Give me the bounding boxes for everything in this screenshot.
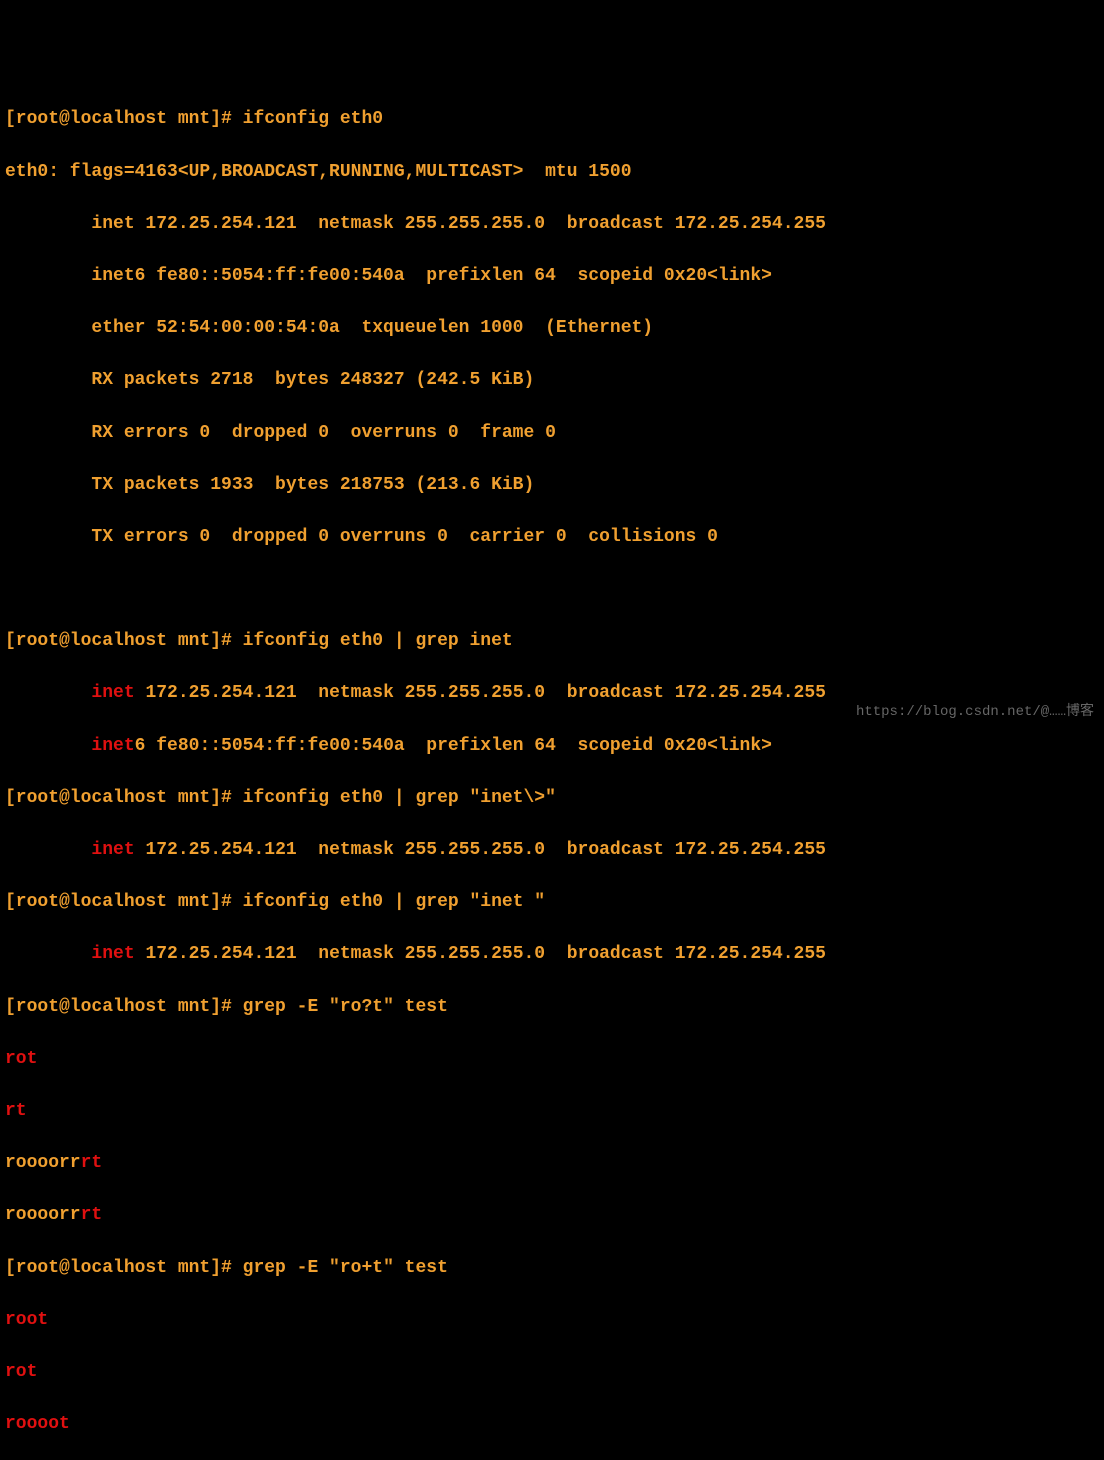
- grep-match: rot: [5, 1049, 37, 1069]
- output-line: RX errors 0 dropped 0 overruns 0 frame 0: [5, 420, 1099, 446]
- grep-match: rt: [81, 1153, 103, 1173]
- prompt: [root@localhost mnt]#: [5, 1258, 243, 1278]
- command-text: ifconfig eth0: [243, 109, 383, 129]
- command-text: grep -E "ro?t" test: [243, 997, 448, 1017]
- grep-match: inet: [91, 683, 134, 703]
- output-line: RX packets 2718 bytes 248327 (242.5 KiB): [5, 367, 1099, 393]
- prompt: [root@localhost mnt]#: [5, 997, 243, 1017]
- output-rest: 172.25.254.121 netmask 255.255.255.0 bro…: [135, 944, 826, 964]
- command-text: ifconfig eth0 | grep "inet ": [243, 892, 545, 912]
- output-pad: [5, 683, 91, 703]
- output-rest: 172.25.254.121 netmask 255.255.255.0 bro…: [135, 840, 826, 860]
- command-text: ifconfig eth0 | grep "inet\>": [243, 788, 556, 808]
- grep-match: rt: [5, 1101, 27, 1121]
- grep-match: inet: [91, 736, 134, 756]
- output-pad: [5, 736, 91, 756]
- output-line: TX packets 1933 bytes 218753 (213.6 KiB): [5, 472, 1099, 498]
- output-line: inet6 fe80::5054:ff:fe00:540a prefixlen …: [5, 263, 1099, 289]
- output-line: eth0: flags=4163<UP,BROADCAST,RUNNING,MU…: [5, 159, 1099, 185]
- output-line: TX errors 0 dropped 0 overruns 0 carrier…: [5, 524, 1099, 550]
- output-pad: [5, 944, 91, 964]
- prompt: [root@localhost mnt]#: [5, 892, 243, 912]
- command-text: ifconfig eth0 | grep inet: [243, 631, 513, 651]
- output-pad: [5, 840, 91, 860]
- output-prefix: roooorr: [5, 1205, 81, 1225]
- output-rest: 6 fe80::5054:ff:fe00:540a prefixlen 64 s…: [135, 736, 772, 756]
- prompt: [root@localhost mnt]#: [5, 788, 243, 808]
- grep-match: rot: [5, 1362, 37, 1382]
- grep-match: roooot: [5, 1414, 70, 1434]
- output-line: inet 172.25.254.121 netmask 255.255.255.…: [5, 211, 1099, 237]
- grep-match: root: [5, 1310, 48, 1330]
- grep-match: rt: [81, 1205, 103, 1225]
- prompt: [root@localhost mnt]#: [5, 109, 243, 129]
- output-line: ether 52:54:00:00:54:0a txqueuelen 1000 …: [5, 315, 1099, 341]
- prompt: [root@localhost mnt]#: [5, 631, 243, 651]
- grep-match: inet: [91, 840, 134, 860]
- command-text: grep -E "ro+t" test: [243, 1258, 448, 1278]
- watermark-text: https://blog.csdn.net/@……博客: [856, 702, 1094, 722]
- output-prefix: roooorr: [5, 1153, 81, 1173]
- grep-match: inet: [91, 944, 134, 964]
- output-rest: 172.25.254.121 netmask 255.255.255.0 bro…: [135, 683, 826, 703]
